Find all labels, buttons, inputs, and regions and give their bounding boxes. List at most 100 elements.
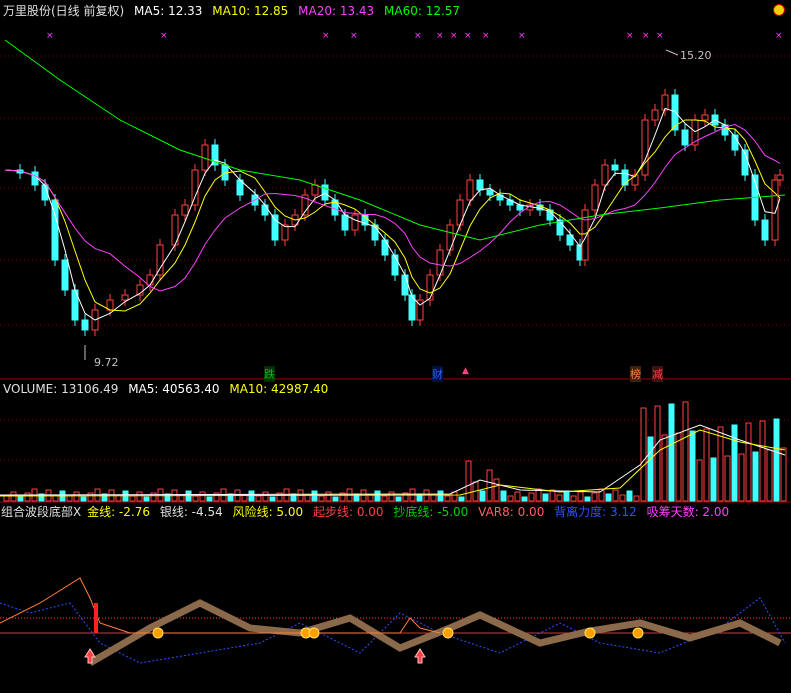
candle-body (381, 239, 389, 256)
volume-bar (661, 434, 668, 502)
volume-bar (640, 407, 647, 502)
ma60-line (4, 39, 786, 241)
signal-x-marker: × (656, 31, 664, 41)
volume-bar (192, 495, 199, 502)
candle-body (601, 164, 609, 186)
volume-bar (703, 428, 710, 502)
volume-bar (66, 495, 73, 502)
volume-bar (633, 495, 640, 502)
buy-signal-dot (584, 627, 596, 639)
volume-bar (199, 491, 206, 502)
volume-bar (143, 496, 150, 502)
volume-bar (759, 420, 766, 502)
volume-bar (479, 490, 486, 502)
volume-bar (493, 478, 500, 502)
volume-bar (269, 496, 276, 502)
volume-bar (731, 424, 738, 502)
volume-bar (514, 491, 521, 502)
candle-body (466, 179, 474, 201)
volume-bar (591, 492, 598, 502)
volume-bar (206, 496, 213, 502)
candle-body (61, 259, 69, 291)
volume-bar (570, 495, 577, 502)
candle-body (661, 94, 669, 111)
candle-body (776, 174, 784, 181)
volume-bar (766, 449, 773, 502)
volume-bar (486, 469, 493, 502)
candle-body (271, 214, 279, 241)
volume-bar (17, 496, 24, 502)
volume-bar (304, 494, 311, 502)
volume-bar (381, 495, 388, 502)
candle-body (681, 129, 689, 146)
volume-bar (318, 495, 325, 502)
candle-body (486, 189, 494, 196)
signal-x-marker: × (414, 31, 422, 41)
event-marker-up[interactable]: ▲ (462, 366, 469, 376)
volume-bar (24, 492, 31, 502)
candle-body (476, 179, 484, 191)
signal-x-marker: × (350, 31, 358, 41)
candle-body (181, 204, 189, 216)
signal-x-marker: × (518, 31, 526, 41)
volume-bar (311, 490, 318, 502)
signal-x-marker: × (450, 31, 458, 41)
price-chart[interactable]: × × × × × × × × × × × × × × (0, 0, 791, 380)
volume-bar (542, 493, 549, 502)
candle-body (261, 204, 269, 216)
volume-bar (647, 436, 654, 502)
volume-bar (696, 459, 703, 502)
buy-signal-dot (632, 627, 644, 639)
candle-body (311, 184, 319, 196)
volume-bar (87, 492, 94, 502)
volume-bar (577, 491, 584, 502)
volume-bar (521, 496, 528, 502)
volume-bar (717, 426, 724, 502)
candle-body (281, 224, 289, 241)
volume-bar (689, 430, 696, 502)
volume-bar (255, 495, 262, 502)
ma10-line (4, 119, 781, 312)
indicator-panel: 组合波段底部X 金线: -2.76 银线: -4.54 风险线: 5.00 起步… (0, 503, 791, 693)
volume-bar (780, 447, 787, 502)
candle-body (146, 274, 154, 286)
high-price-label: 15.20 (680, 49, 712, 62)
buy-signal-dot (442, 627, 454, 639)
candle-body (81, 319, 89, 331)
signal-x-marker: × (482, 31, 490, 41)
volume-bar (73, 491, 80, 502)
volume-chart[interactable] (0, 380, 791, 503)
signal-bar (94, 603, 98, 633)
signal-x-marker: × (436, 31, 444, 41)
low-price-label: 9.72 (94, 356, 119, 369)
candle-body (591, 184, 599, 211)
signal-x-marker: × (46, 31, 54, 41)
indicator-chart[interactable] (0, 503, 791, 693)
volume-bar (248, 490, 255, 502)
volume-bar (612, 489, 619, 502)
price-panel: 万里股份(日线 前复权) MA5: 12.33 MA10: 12.85 MA20… (0, 0, 791, 382)
signal-x-marker: × (775, 31, 783, 41)
volume-bar (563, 490, 570, 502)
volume-bar (374, 490, 381, 502)
volume-bar (430, 494, 437, 502)
volume-bar (710, 457, 717, 502)
candle-body (771, 179, 779, 241)
candle-body (446, 224, 454, 251)
candle-body (156, 244, 164, 276)
volume-bar (626, 490, 633, 502)
var8-line (0, 577, 441, 634)
candle-body (351, 214, 359, 231)
candle-body (641, 119, 649, 176)
volume-bar (3, 495, 10, 502)
candle-body (401, 274, 409, 296)
volume-bar (367, 494, 374, 502)
candle-body (426, 274, 434, 301)
high-pointer (665, 49, 679, 56)
signal-x-marker: × (642, 31, 650, 41)
candle-body (391, 254, 399, 276)
volume-bar (738, 453, 745, 502)
candle-body (121, 294, 129, 301)
volume-bar (458, 496, 465, 502)
candle-body (341, 214, 349, 231)
